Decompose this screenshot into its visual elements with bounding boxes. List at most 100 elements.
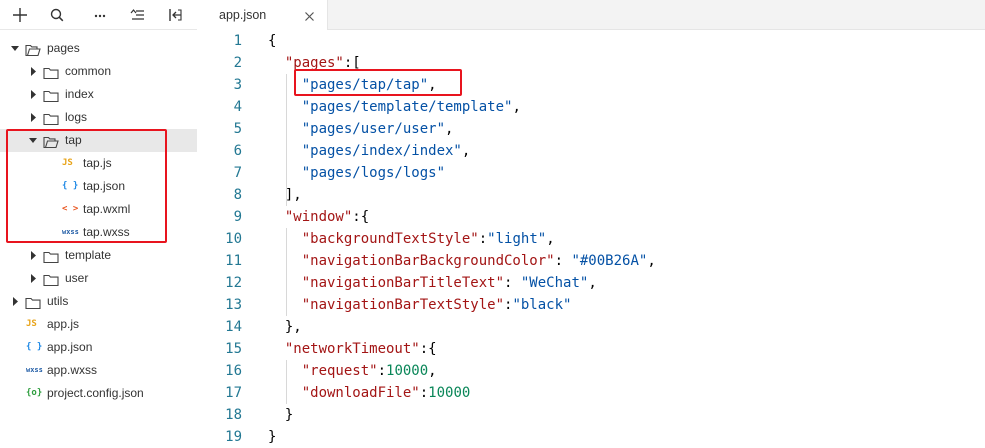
add-icon[interactable] — [9, 4, 31, 26]
code-line: 9 "window":{ — [197, 206, 985, 228]
tree-folder-index[interactable]: index — [0, 83, 197, 106]
code-token: "#00B26A" — [571, 253, 648, 269]
chevron-right-icon[interactable] — [27, 106, 39, 129]
code-line: 18 } — [197, 404, 985, 426]
line-number: 16 — [225, 363, 242, 379]
code-token: "downloadFile" — [301, 385, 420, 401]
tree-folder-template[interactable]: template — [0, 244, 197, 267]
code-line: 15 "networkTimeout":{ — [197, 338, 985, 360]
code-line: 8 ], — [197, 184, 985, 206]
code-token: ], — [268, 187, 302, 203]
tree-folder-logs[interactable]: logs — [0, 106, 197, 129]
line-number: 10 — [225, 231, 242, 247]
code-text: "navigationBarBackgroundColor": "#00B26A… — [268, 250, 656, 272]
tree-file-app-wxss[interactable]: wxss app.wxss — [0, 359, 197, 382]
code-token: : — [419, 385, 429, 401]
code-text: "networkTimeout":{ — [268, 338, 437, 360]
code-line: 16 "request":10000, — [197, 360, 985, 382]
code-token: "navigationBarTextStyle" — [301, 297, 505, 313]
tab-label: app.json — [219, 8, 267, 22]
folder-open-icon — [25, 42, 41, 57]
tree-folder-user[interactable]: user — [0, 267, 197, 290]
code-token: "light" — [487, 231, 547, 247]
code-text: { — [268, 30, 276, 52]
code-line: 13 "navigationBarTextStyle":"black" — [197, 294, 985, 316]
search-icon[interactable] — [46, 4, 68, 26]
chevron-right-icon[interactable] — [27, 83, 39, 106]
code-token: : — [504, 275, 521, 291]
code-text: "pages/user/user", — [268, 118, 454, 140]
code-token: , — [428, 363, 437, 379]
chevron-down-icon[interactable] — [9, 37, 21, 60]
tree-item-label: user — [65, 271, 89, 285]
code-token: }, — [268, 319, 302, 335]
tab-app-json[interactable]: app.json — [197, 0, 328, 30]
code-token: { — [268, 33, 277, 49]
folder-icon — [43, 88, 59, 103]
line-number: 5 — [233, 121, 242, 137]
tree-file-project-config-json[interactable]: {o} project.config.json — [0, 382, 197, 405]
file-type-icon: { } — [26, 342, 43, 352]
code-token: , — [461, 143, 471, 159]
code-token: "pages/user/user" — [301, 121, 446, 137]
tree-folder-pages[interactable]: pages — [0, 37, 197, 60]
close-icon[interactable] — [304, 9, 315, 21]
chevron-right-icon[interactable] — [9, 290, 21, 313]
more-icon[interactable] — [89, 4, 111, 26]
folder-icon — [43, 65, 59, 80]
code-token: , — [647, 253, 656, 269]
file-type-icon: wxss — [26, 366, 43, 374]
tree-folder-utils[interactable]: utils — [0, 290, 197, 313]
code-text: "downloadFile":10000 — [268, 382, 471, 404]
tree-item-label: template — [65, 248, 112, 262]
code-text: }, — [268, 316, 302, 338]
tree-item-label: utils — [47, 294, 69, 308]
line-number: 11 — [225, 253, 242, 269]
code-line: 4 "pages/template/template", — [197, 96, 985, 118]
line-number: 9 — [233, 209, 242, 225]
code-token: : — [554, 253, 572, 269]
code-token: :{ — [352, 209, 370, 225]
folder-icon — [25, 295, 41, 310]
line-number: 2 — [233, 55, 242, 71]
code-token: "window" — [284, 209, 353, 225]
code-token: :{ — [419, 341, 437, 357]
code-line: 1{ — [197, 30, 985, 52]
code-token: "black" — [512, 297, 572, 313]
code-token: , — [588, 275, 597, 291]
code-line: 6 "pages/index/index", — [197, 140, 985, 162]
chevron-right-icon[interactable] — [27, 244, 39, 267]
line-number: 6 — [233, 143, 242, 159]
code-token: "pages/template/template" — [301, 99, 513, 115]
line-number: 18 — [225, 407, 242, 423]
chevron-right-icon[interactable] — [27, 267, 39, 290]
tree-file-app-js[interactable]: JS app.js — [0, 313, 197, 336]
code-token: 10000 — [428, 385, 471, 401]
code-text: "window":{ — [268, 206, 369, 228]
line-number: 4 — [233, 99, 242, 115]
line-number: 3 — [233, 77, 242, 93]
tab-bar: app.json — [197, 0, 985, 30]
tree-folder-common[interactable]: common — [0, 60, 197, 83]
code-token: } — [268, 407, 294, 423]
tree-file-app-json[interactable]: { } app.json — [0, 336, 197, 359]
chevron-right-icon[interactable] — [27, 60, 39, 83]
tree-item-label: app.json — [47, 340, 93, 354]
code-text: "navigationBarTitleText": "WeChat", — [268, 272, 597, 294]
collapse-icon[interactable] — [164, 4, 186, 26]
tree-item-label: common — [65, 64, 112, 78]
code-editor[interactable]: 1{2 "pages":[3 "pages/tap/tap", 4 "pages/… — [197, 30, 985, 446]
code-text: "navigationBarTextStyle":"black" — [268, 294, 572, 316]
sort-icon[interactable] — [127, 4, 149, 26]
tree-item-label: project.config.json — [47, 386, 144, 400]
highlight-box — [294, 69, 462, 96]
code-token: , — [445, 121, 454, 137]
